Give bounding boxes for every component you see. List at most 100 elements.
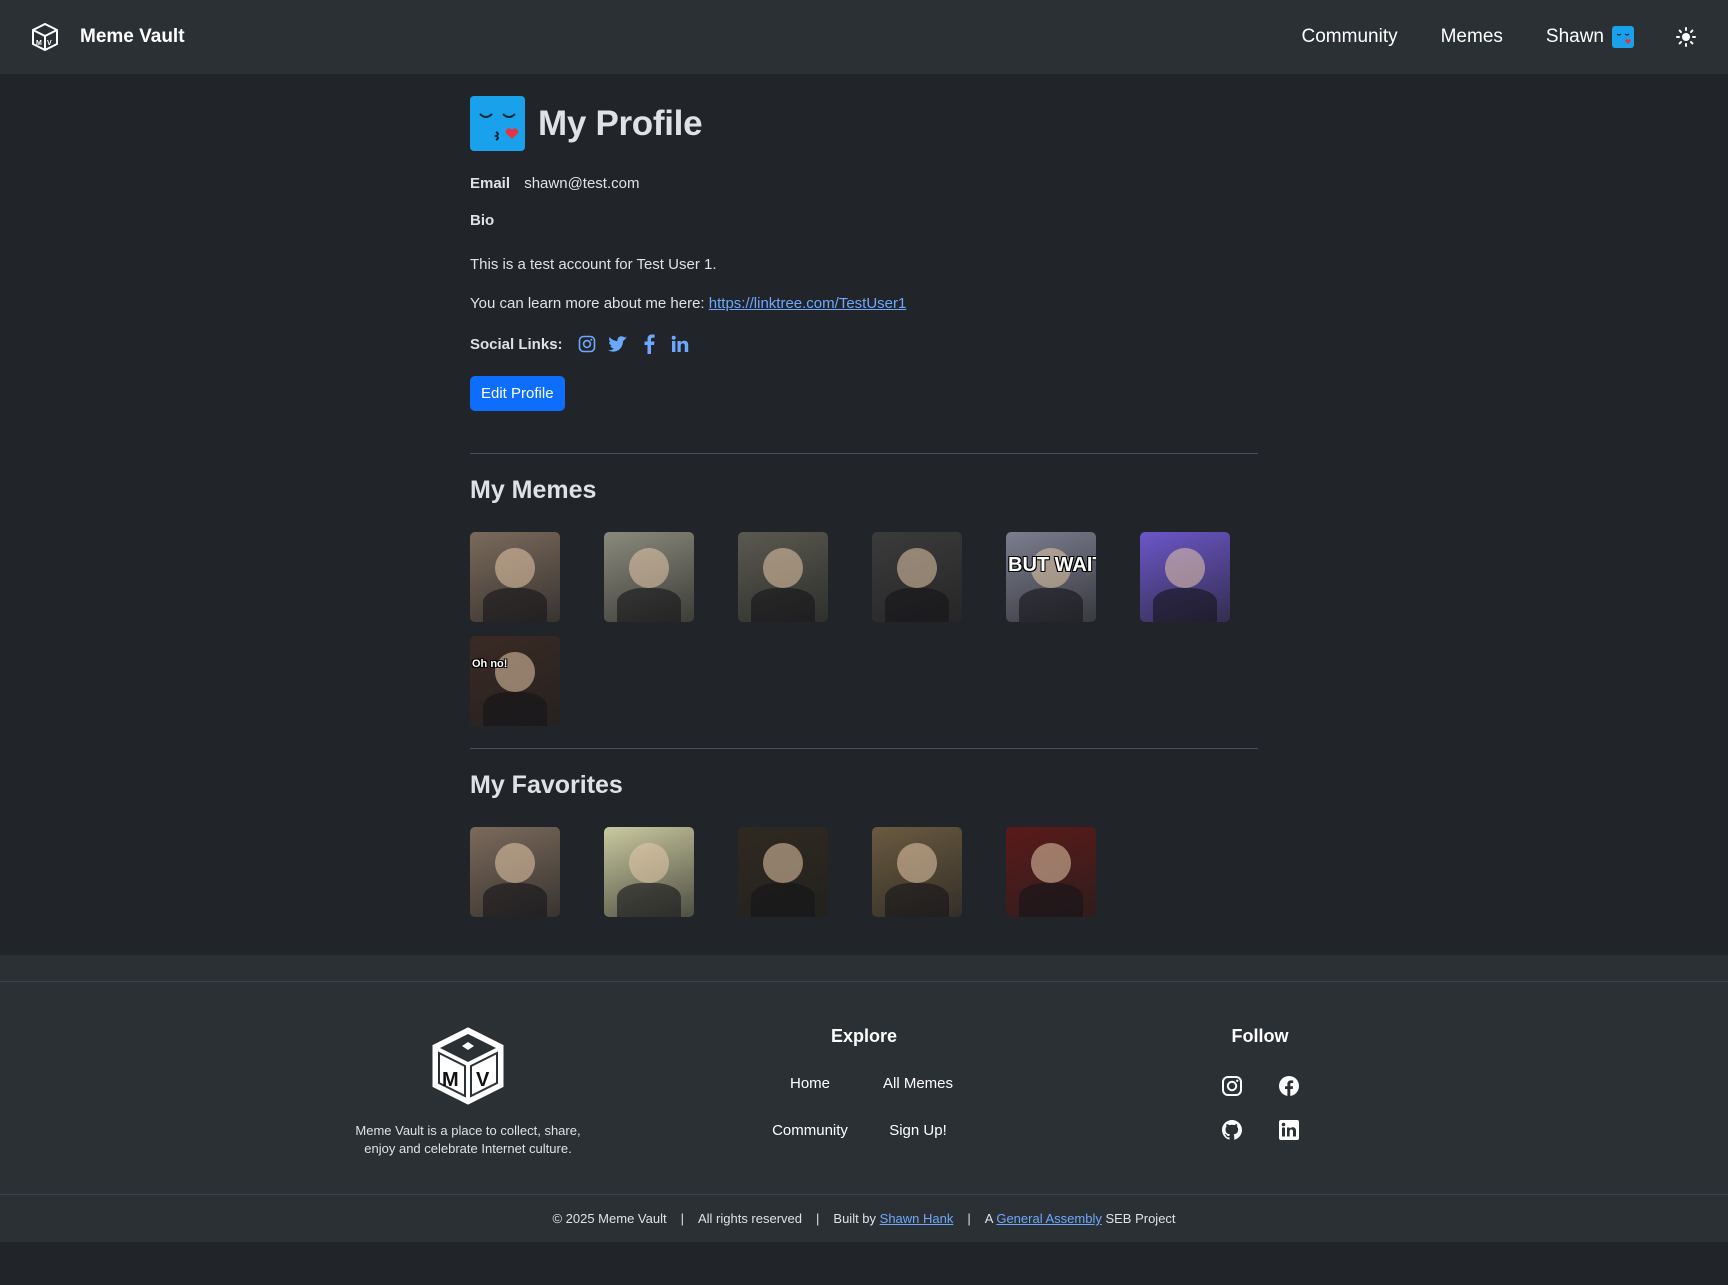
meme-image: [884, 587, 950, 622]
instagram-icon[interactable]: [1221, 1075, 1243, 1097]
nav-user-name: Shawn: [1545, 26, 1604, 47]
built-by: Built by Shawn Hank: [833, 1211, 953, 1226]
footer-description: Meme Vault is a place to collect, share,…: [355, 1123, 581, 1156]
meme-image: [763, 843, 803, 883]
follow-heading: Follow: [1231, 1026, 1289, 1046]
footer-spacer: [0, 955, 1728, 981]
email-row: Email shawn@test.com: [470, 175, 1258, 192]
brand[interactable]: M V Meme Vault: [32, 23, 185, 51]
bio-link-prefix: You can learn more about me here:: [470, 295, 709, 312]
nav-link-community[interactable]: Community: [1302, 26, 1398, 48]
section-divider: [470, 453, 1258, 454]
meme-image: [763, 548, 803, 588]
section-divider: [470, 748, 1258, 749]
meme-image: [750, 587, 816, 622]
meme-image: [482, 691, 548, 726]
meme-thumbnail-rick-astley[interactable]: [470, 827, 560, 917]
footer-link-home[interactable]: Home: [756, 1075, 864, 1092]
bio-link[interactable]: https://linktree.com/TestUser1: [709, 295, 907, 312]
footer-link-all-memes[interactable]: All Memes: [864, 1075, 972, 1092]
nav-user-menu[interactable]: Shawn: [1546, 26, 1634, 48]
separator: |: [680, 1211, 684, 1226]
meme-thumbnail-this-is-fine[interactable]: [604, 827, 694, 917]
social-links: Social Links:: [470, 334, 1258, 354]
footer-follow: Follow: [1203, 1026, 1317, 1141]
explore-heading: Explore: [830, 1026, 898, 1046]
sun-icon[interactable]: [1676, 27, 1696, 47]
facebook-icon[interactable]: [1278, 1075, 1300, 1097]
svg-text:V: V: [476, 1069, 490, 1091]
project-credit: A General Assembly SEB Project: [985, 1211, 1176, 1226]
project-prefix: A: [984, 1211, 997, 1226]
twitter-icon[interactable]: [607, 334, 628, 354]
footer-link-sign-up[interactable]: Sign Up!: [864, 1122, 972, 1139]
my-memes-title: My Memes: [470, 476, 597, 504]
meme-thumbnail-oh-no[interactable]: Oh no!: [470, 636, 560, 726]
meme-caption: Oh no!: [472, 658, 508, 670]
github-icon[interactable]: [1221, 1119, 1243, 1141]
meme-image: [495, 843, 535, 883]
separator: |: [816, 1211, 820, 1226]
meme-thumbnail-obama-mic-drop[interactable]: [872, 827, 962, 917]
meme-thumbnail-success-kid[interactable]: [1140, 532, 1230, 622]
instagram-icon[interactable]: [577, 334, 597, 354]
meme-thumbnail-but-wait[interactable]: BUT WAIT,: [1006, 532, 1096, 622]
meme-image: [897, 548, 937, 588]
meme-thumbnail-bw-crowd[interactable]: [872, 532, 962, 622]
kissing-face-avatar-icon: [1612, 26, 1634, 48]
copyright-text: © 2025 Meme Vault: [552, 1211, 667, 1226]
meme-image: [897, 843, 937, 883]
rights-text: All rights reserved: [697, 1211, 803, 1226]
bio-label: Bio: [470, 212, 495, 229]
svg-text:V: V: [47, 40, 52, 47]
linkedin-icon[interactable]: [670, 334, 690, 354]
meme-image: [1165, 548, 1205, 588]
meme-image: [1018, 587, 1084, 622]
author-link[interactable]: Shawn Hank: [880, 1211, 954, 1226]
meme-thumbnail-rick-astley[interactable]: [470, 532, 560, 622]
meme-image: [750, 882, 816, 917]
general-assembly-link[interactable]: General Assembly: [996, 1211, 1102, 1226]
meme-image: [629, 843, 669, 883]
copyright-bar: © 2025 Meme Vault | All rights reserved …: [0, 1194, 1728, 1242]
page-title: My Profile: [538, 103, 703, 143]
meme-thumbnail-pole-cam[interactable]: [604, 532, 694, 622]
navbar: M V Meme Vault Community Memes Shawn: [0, 0, 1728, 74]
meme-image: [482, 587, 548, 622]
svg-text:M: M: [36, 40, 42, 47]
linkedin-icon[interactable]: [1278, 1119, 1300, 1141]
profile-header: My Profile: [470, 96, 1258, 151]
meme-thumbnail-snoop-dog[interactable]: [738, 827, 828, 917]
brand-name: Meme Vault: [80, 26, 185, 47]
explore-links: Home All Memes Community Sign Up!: [756, 1075, 972, 1139]
my-favorites-grid: [470, 827, 1230, 931]
meme-image: [616, 587, 682, 622]
meme-image: [629, 548, 669, 588]
meme-thumbnail-muppet-hecklers[interactable]: [1006, 827, 1096, 917]
meme-image: [1031, 843, 1071, 883]
meme-image: [482, 882, 548, 917]
meme-caption: BUT WAIT,: [1008, 554, 1096, 576]
edit-profile-button[interactable]: Edit Profile: [470, 376, 565, 411]
footer-link-community[interactable]: Community: [756, 1122, 864, 1139]
nav-link-memes[interactable]: Memes: [1441, 26, 1503, 48]
meme-thumbnail-dancing-man[interactable]: [738, 532, 828, 622]
facebook-icon[interactable]: [639, 334, 659, 354]
meme-image: [495, 548, 535, 588]
follow-icons: [1203, 1075, 1317, 1141]
email-label: Email: [470, 175, 511, 192]
my-favorites-title: My Favorites: [470, 771, 623, 799]
mv-cube-logo-icon: M V: [32, 23, 58, 51]
footer-explore: Explore Home All Memes Community Sign Up…: [756, 1026, 972, 1139]
svg-text:M: M: [442, 1069, 459, 1091]
bio-text-line2: You can learn more about me here: https:…: [470, 295, 1258, 312]
meme-image: [1018, 882, 1084, 917]
email-value: shawn@test.com: [524, 175, 640, 192]
social-links-label: Social Links:: [470, 335, 563, 353]
nav-links: Community Memes Shawn: [1259, 26, 1696, 48]
profile-main: My Profile Email shawn@test.com Bio This…: [470, 74, 1258, 931]
meme-image: [884, 882, 950, 917]
my-memes-grid: BUT WAIT, Oh no!: [470, 532, 1230, 740]
mv-cube-logo-icon: M V: [432, 1027, 504, 1105]
project-suffix: SEB Project: [1101, 1211, 1176, 1226]
